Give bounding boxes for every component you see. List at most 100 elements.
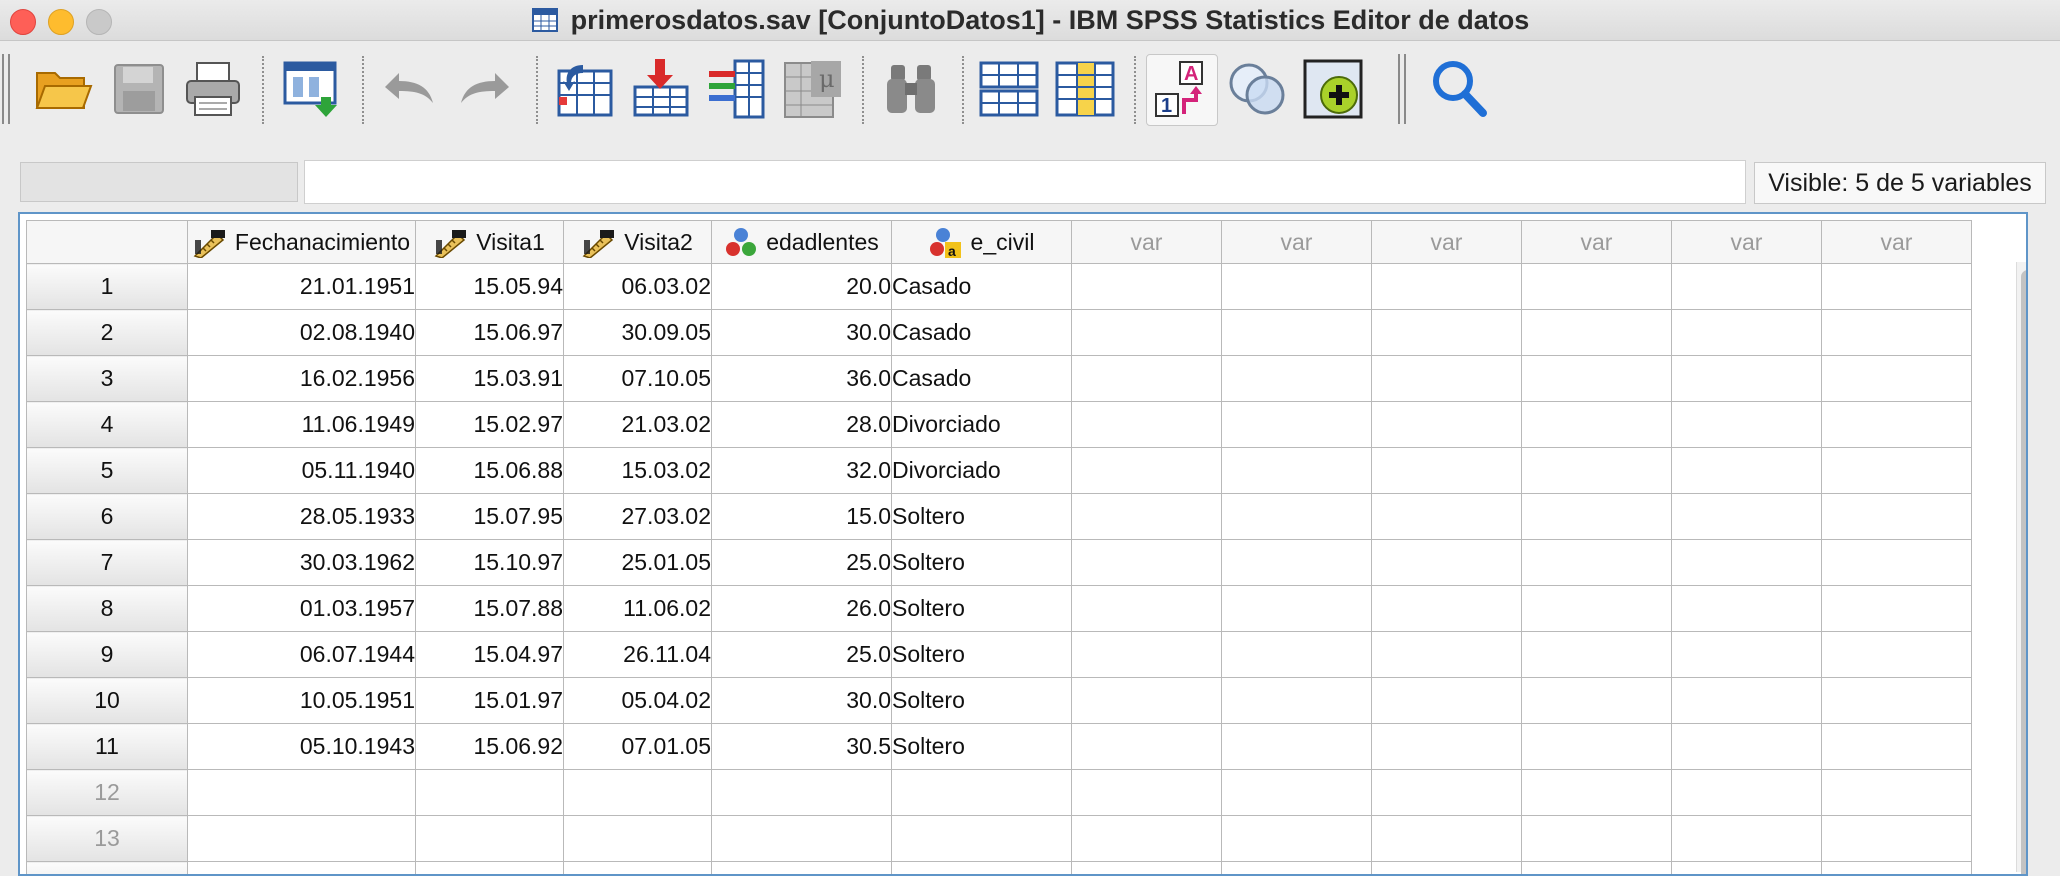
empty-cell[interactable]: [1222, 448, 1372, 494]
empty-cell[interactable]: [1072, 448, 1222, 494]
data-cell[interactable]: Casado: [892, 264, 1072, 310]
data-cell[interactable]: [188, 816, 416, 862]
data-cell[interactable]: 30.0: [712, 310, 892, 356]
data-cell[interactable]: 06.07.1944: [188, 632, 416, 678]
row-number-header[interactable]: 3: [27, 356, 188, 402]
data-cell[interactable]: 28.05.1933: [188, 494, 416, 540]
data-cell[interactable]: 15.05.94: [416, 264, 564, 310]
data-cell[interactable]: 15.0: [712, 494, 892, 540]
data-cell[interactable]: 16.02.1956: [188, 356, 416, 402]
empty-variable-column-header[interactable]: var: [1222, 221, 1372, 264]
data-cell[interactable]: Soltero: [892, 540, 1072, 586]
empty-cell[interactable]: [1672, 632, 1822, 678]
search-button[interactable]: [1424, 54, 1494, 124]
empty-cell[interactable]: [1372, 678, 1522, 724]
column-header-e_civil[interactable]: ae_civil: [892, 221, 1072, 264]
data-cell[interactable]: 27.03.02: [564, 494, 712, 540]
data-cell[interactable]: 15.10.97: [416, 540, 564, 586]
row-number-header[interactable]: 10: [27, 678, 188, 724]
cell-value-editor[interactable]: [304, 160, 1746, 204]
row-number-header[interactable]: 14: [27, 862, 188, 876]
data-cell[interactable]: 11.06.02: [564, 586, 712, 632]
empty-cell[interactable]: [1072, 816, 1222, 862]
empty-cell[interactable]: [1372, 724, 1522, 770]
empty-cell[interactable]: [1072, 586, 1222, 632]
data-cell[interactable]: 20.0: [712, 264, 892, 310]
data-cell[interactable]: [188, 770, 416, 816]
empty-cell[interactable]: [1822, 770, 1972, 816]
empty-cell[interactable]: [1522, 816, 1672, 862]
data-cell[interactable]: 15.07.88: [416, 586, 564, 632]
row-number-header[interactable]: 13: [27, 816, 188, 862]
empty-cell[interactable]: [1372, 264, 1522, 310]
empty-cell[interactable]: [1072, 402, 1222, 448]
empty-cell[interactable]: [1672, 586, 1822, 632]
data-cell[interactable]: [416, 770, 564, 816]
empty-cell[interactable]: [1522, 494, 1672, 540]
empty-cell[interactable]: [1372, 632, 1522, 678]
empty-cell[interactable]: [1672, 540, 1822, 586]
data-cell[interactable]: 30.0: [712, 678, 892, 724]
data-cell[interactable]: 15.06.88: [416, 448, 564, 494]
empty-cell[interactable]: [1522, 540, 1672, 586]
empty-cell[interactable]: [1372, 862, 1522, 876]
empty-cell[interactable]: [1822, 448, 1972, 494]
empty-cell[interactable]: [1222, 678, 1372, 724]
empty-cell[interactable]: [1222, 540, 1372, 586]
empty-cell[interactable]: [1822, 540, 1972, 586]
row-number-header[interactable]: 5: [27, 448, 188, 494]
column-header-edadlentes[interactable]: edadlentes: [712, 221, 892, 264]
empty-variable-column-header[interactable]: var: [1822, 221, 1972, 264]
empty-cell[interactable]: [1372, 356, 1522, 402]
data-cell[interactable]: [564, 816, 712, 862]
row-number-header[interactable]: 7: [27, 540, 188, 586]
empty-cell[interactable]: [1522, 448, 1672, 494]
data-cell[interactable]: 26.0: [712, 586, 892, 632]
empty-cell[interactable]: [1222, 310, 1372, 356]
empty-cell[interactable]: [1672, 494, 1822, 540]
row-number-header[interactable]: 12: [27, 770, 188, 816]
empty-cell[interactable]: [1672, 448, 1822, 494]
column-header-fechanacimiento[interactable]: Fechanacimiento: [188, 221, 416, 264]
data-cell[interactable]: [416, 816, 564, 862]
empty-cell[interactable]: [1672, 356, 1822, 402]
data-cell[interactable]: 25.0: [712, 540, 892, 586]
empty-cell[interactable]: [1222, 770, 1372, 816]
data-cell[interactable]: Divorciado: [892, 402, 1072, 448]
empty-cell[interactable]: [1822, 724, 1972, 770]
data-cell[interactable]: Soltero: [892, 494, 1072, 540]
empty-cell[interactable]: [1372, 448, 1522, 494]
data-cell[interactable]: 28.0: [712, 402, 892, 448]
empty-cell[interactable]: [1672, 678, 1822, 724]
empty-cell[interactable]: [1822, 678, 1972, 724]
empty-cell[interactable]: [1822, 310, 1972, 356]
empty-cell[interactable]: [1222, 356, 1372, 402]
empty-cell[interactable]: [1522, 770, 1672, 816]
data-cell[interactable]: 15.06.92: [416, 724, 564, 770]
data-cell[interactable]: 26.11.04: [564, 632, 712, 678]
vertical-scrollbar-thumb[interactable]: [2021, 270, 2028, 876]
empty-cell[interactable]: [1372, 770, 1522, 816]
empty-cell[interactable]: [1072, 310, 1222, 356]
data-cell[interactable]: Casado: [892, 310, 1072, 356]
print-button[interactable]: [178, 54, 248, 124]
data-cell[interactable]: 02.08.1940: [188, 310, 416, 356]
data-cell[interactable]: Soltero: [892, 724, 1072, 770]
empty-cell[interactable]: [1522, 402, 1672, 448]
empty-cell[interactable]: [1522, 724, 1672, 770]
data-cell[interactable]: 30.03.1962: [188, 540, 416, 586]
empty-cell[interactable]: [1822, 862, 1972, 876]
data-cell[interactable]: Casado: [892, 356, 1072, 402]
empty-cell[interactable]: [1822, 356, 1972, 402]
data-cell[interactable]: 01.03.1957: [188, 586, 416, 632]
data-cell[interactable]: Soltero: [892, 678, 1072, 724]
data-cell[interactable]: 05.11.1940: [188, 448, 416, 494]
data-cell[interactable]: 15.07.95: [416, 494, 564, 540]
data-cell[interactable]: 36.0: [712, 356, 892, 402]
empty-variable-column-header[interactable]: var: [1522, 221, 1672, 264]
corner-cell[interactable]: [27, 221, 188, 264]
data-cell[interactable]: Soltero: [892, 586, 1072, 632]
empty-cell[interactable]: [1522, 862, 1672, 876]
empty-cell[interactable]: [1822, 494, 1972, 540]
empty-cell[interactable]: [1372, 540, 1522, 586]
